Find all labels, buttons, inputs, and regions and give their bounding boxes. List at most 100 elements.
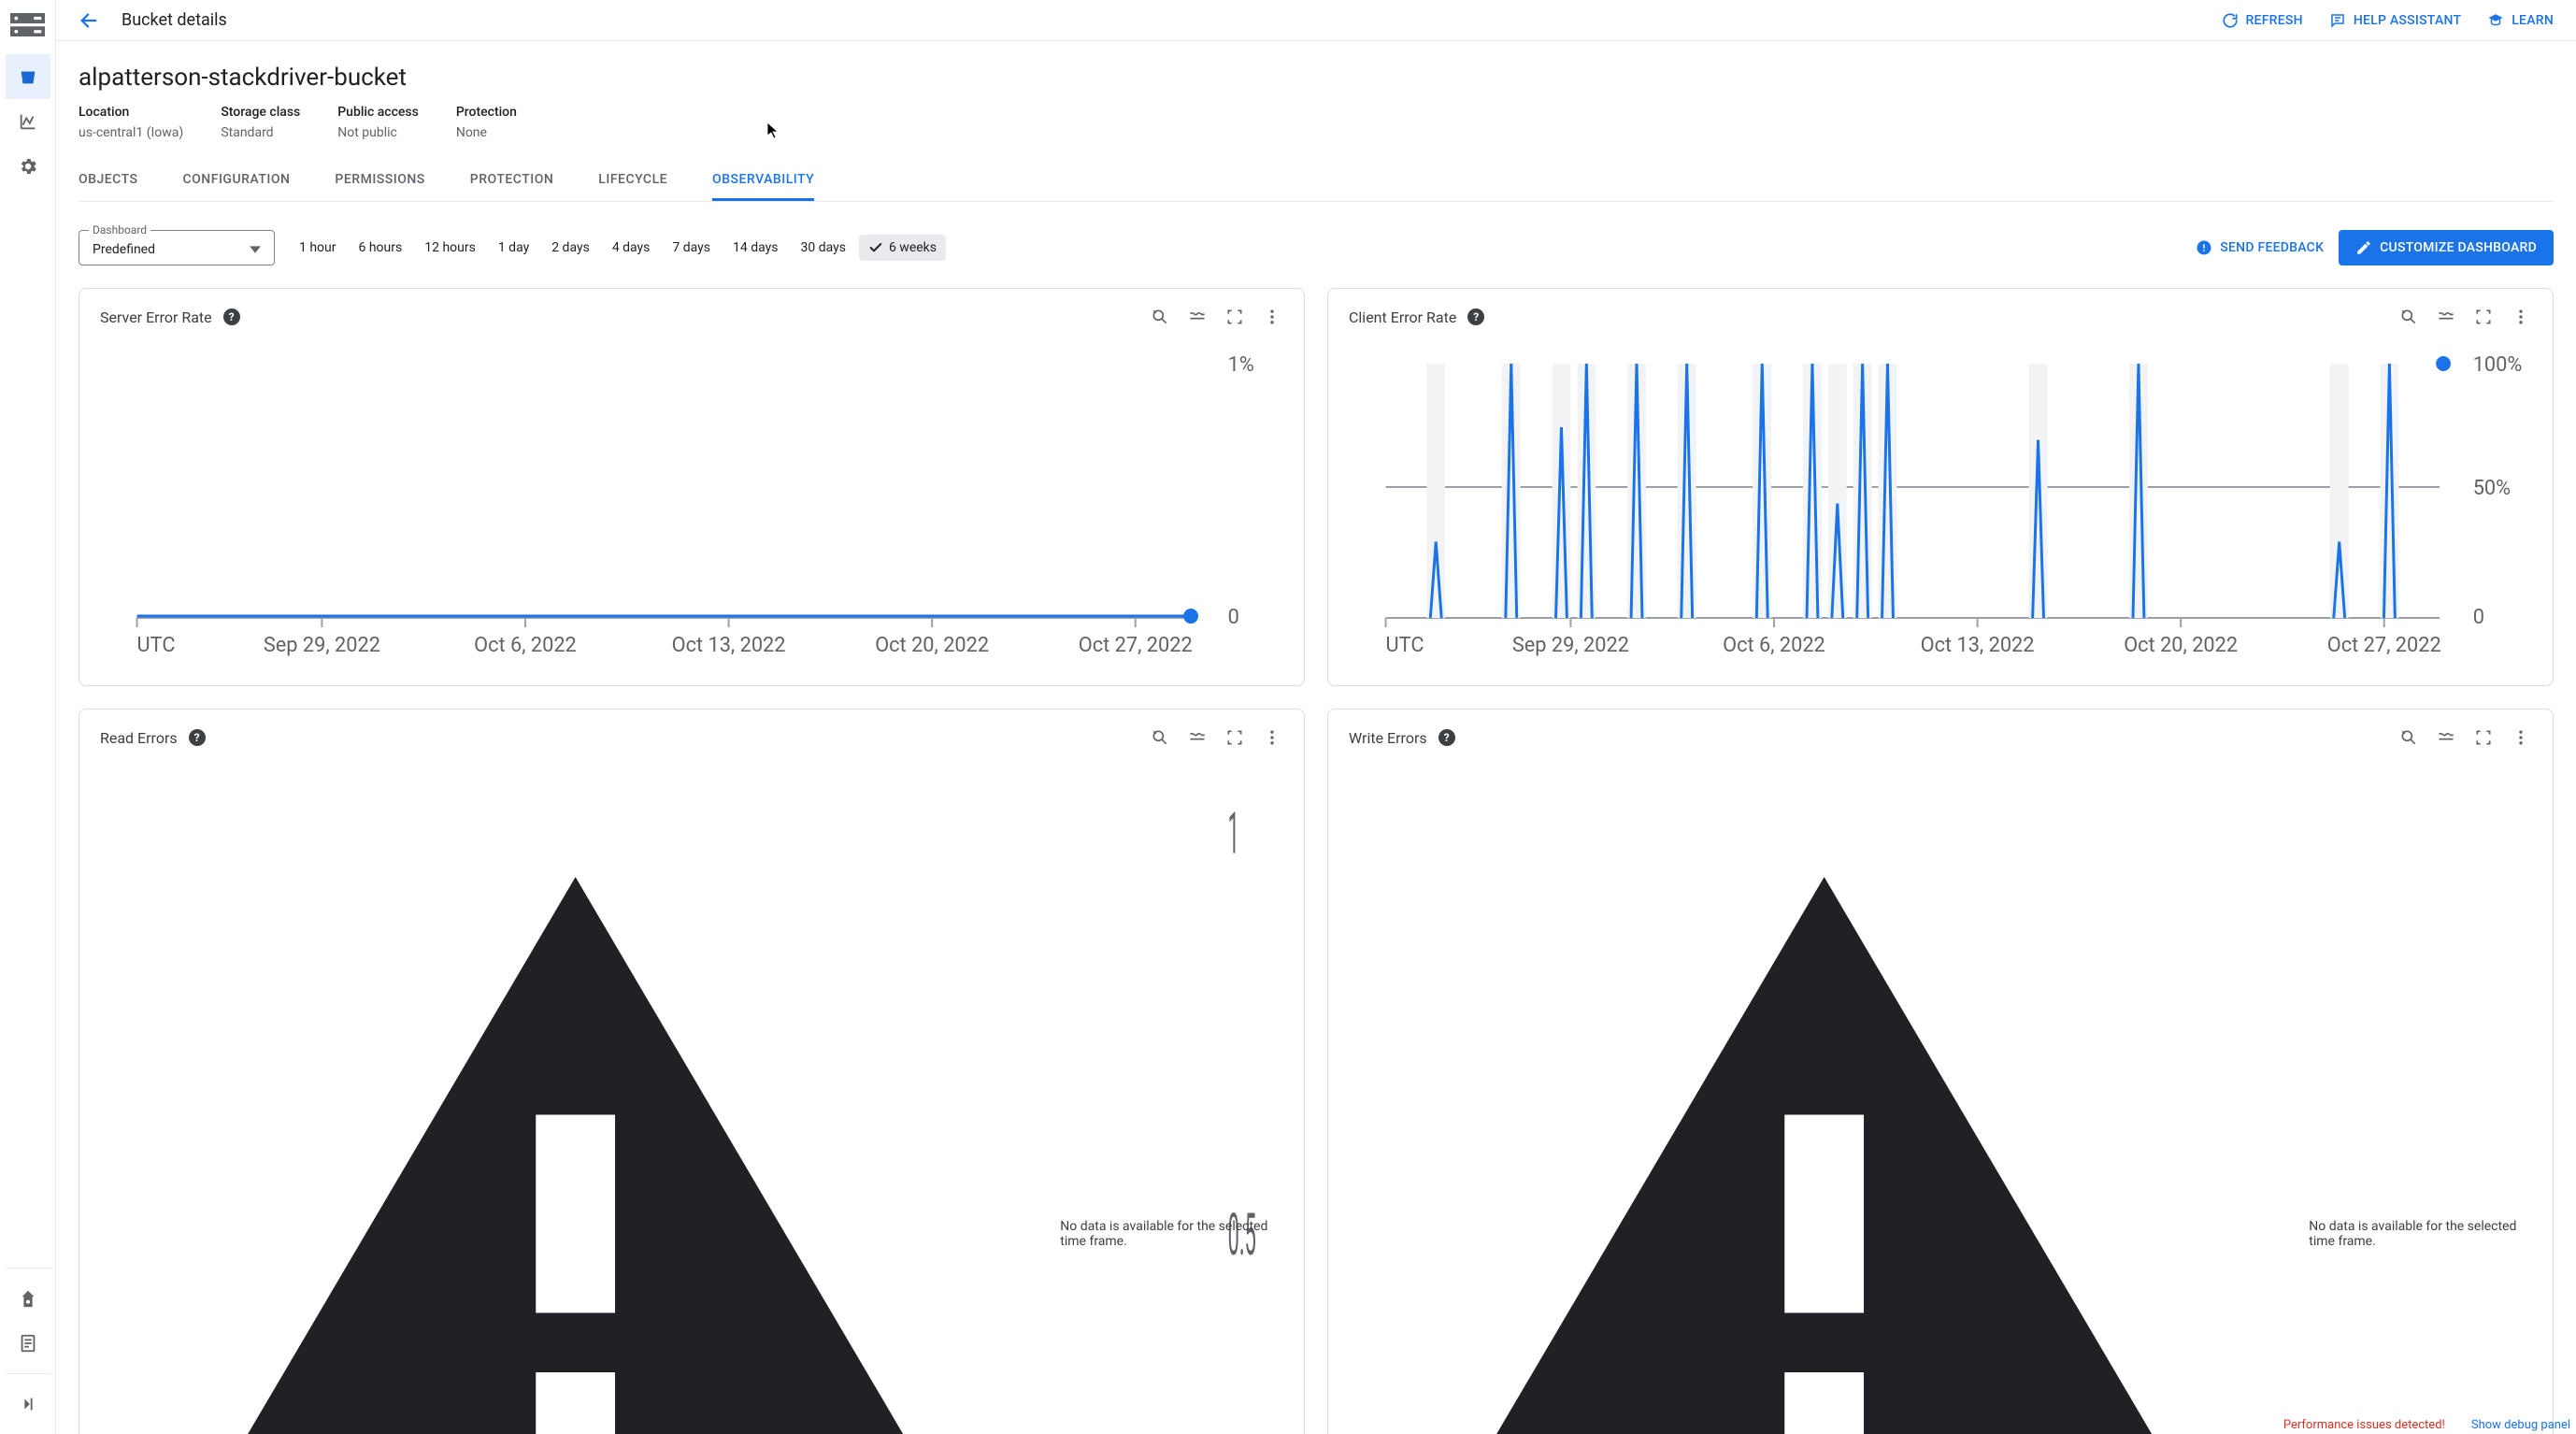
more-options-icon[interactable] <box>1261 306 1283 328</box>
feedback-icon <box>2196 239 2212 256</box>
chart-card-client-error-rate: Client Error Rate ? UTC <box>1327 288 2554 686</box>
svg-text:Oct 6, 2022: Oct 6, 2022 <box>474 634 577 657</box>
tab-objects[interactable]: OBJECTS <box>79 163 138 201</box>
svg-text:50%: 50% <box>2473 477 2511 500</box>
time-chip-4-days[interactable]: 4 days <box>603 235 660 261</box>
prop-label: Public access <box>337 105 419 120</box>
zoom-icon[interactable] <box>1149 726 1171 749</box>
prop-storage-class: Storage class Standard <box>221 105 300 140</box>
fullscreen-icon[interactable] <box>1224 306 1246 328</box>
time-chip-1-day[interactable]: 1 day <box>489 235 538 261</box>
dashboard-select-value: Predefined <box>93 242 155 257</box>
tab-permissions[interactable]: PERMISSIONS <box>335 163 424 201</box>
chart-card-read-errors: Read Errors ? 1 0.5 <box>79 709 1305 1434</box>
zoom-icon[interactable] <box>2397 726 2420 749</box>
nodata-message: No data is available for the selected ti… <box>2309 1219 2532 1249</box>
performance-warning: Performance issues detected! <box>2283 1418 2445 1432</box>
dashboard-select[interactable]: Dashboard Predefined <box>79 230 275 265</box>
time-chip-6-hours[interactable]: 6 hours <box>350 235 412 261</box>
svg-text:Oct 20, 2022: Oct 20, 2022 <box>875 634 989 657</box>
svg-text:Oct 20, 2022: Oct 20, 2022 <box>2124 634 2238 657</box>
more-options-icon[interactable] <box>2510 306 2532 328</box>
help-icon[interactable]: ? <box>1467 308 1484 325</box>
svg-text:Sep 29, 2022: Sep 29, 2022 <box>1512 634 1629 657</box>
time-chip-12-hours[interactable]: 12 hours <box>415 235 485 261</box>
more-options-icon[interactable] <box>2510 726 2532 749</box>
chart-card-write-errors: Write Errors ? No data is available for … <box>1327 709 2554 1434</box>
tab-configuration[interactable]: CONFIGURATION <box>183 163 291 201</box>
warning-icon <box>1349 758 2299 1434</box>
svg-text:Oct 27, 2022: Oct 27, 2022 <box>2327 634 2441 657</box>
sidebar-item-settings[interactable] <box>6 144 50 189</box>
time-chip-30-days[interactable]: 30 days <box>792 235 855 261</box>
check-icon <box>868 240 883 255</box>
prop-label: Protection <box>456 105 517 120</box>
chat-icon <box>2329 12 2346 29</box>
fullscreen-icon[interactable] <box>2472 306 2495 328</box>
chart-card-server-error-rate: Server Error Rate ? <box>79 288 1305 686</box>
refresh-button[interactable]: REFRESH <box>2222 12 2303 29</box>
learn-label: LEARN <box>2512 13 2554 28</box>
customize-dashboard-button[interactable]: CUSTOMIZE DASHBOARD <box>2339 230 2554 265</box>
tab-observability[interactable]: OBSERVABILITY <box>712 163 814 201</box>
svg-text:1%: 1% <box>1228 353 1254 377</box>
bucket-name-heading: alpatterson-stackdriver-bucket <box>79 64 2554 92</box>
client-error-chart: UTC Sep 29, 2022 Oct 6, 2022 Oct 13, 202… <box>1349 337 2532 674</box>
sidebar-expand-toggle[interactable] <box>6 1382 50 1427</box>
help-assistant-button[interactable]: HELP ASSISTANT <box>2329 12 2461 29</box>
time-range-chips: 1 hour6 hours12 hours1 day2 days4 days7 … <box>290 235 946 261</box>
fullscreen-icon[interactable] <box>1224 726 1246 749</box>
chart-title: Read Errors <box>100 729 178 747</box>
legend-toggle-icon[interactable] <box>1186 306 1209 328</box>
send-feedback-label: SEND FEEDBACK <box>2220 240 2324 255</box>
sidebar-item-release-notes[interactable] <box>6 1321 50 1366</box>
sidebar-item-marketplace[interactable] <box>6 1276 50 1321</box>
sidebar-item-monitoring[interactable] <box>6 99 50 144</box>
time-chip-1-hour[interactable]: 1 hour <box>290 235 346 261</box>
time-chip-2-days[interactable]: 2 days <box>542 235 599 261</box>
time-chip-14-days[interactable]: 14 days <box>723 235 787 261</box>
legend-toggle-icon[interactable] <box>2435 306 2457 328</box>
svg-text:UTC: UTC <box>1386 634 1424 657</box>
show-debug-panel-link[interactable]: Show debug panel <box>2471 1418 2570 1432</box>
fullscreen-icon[interactable] <box>2472 726 2495 749</box>
svg-text:Oct 13, 2022: Oct 13, 2022 <box>672 634 786 657</box>
more-options-icon[interactable] <box>1261 726 1283 749</box>
svg-text:Oct 6, 2022: Oct 6, 2022 <box>1723 634 1825 657</box>
tab-lifecycle[interactable]: LIFECYCLE <box>598 163 667 201</box>
help-icon[interactable]: ? <box>223 308 240 325</box>
top-bar: Bucket details REFRESH HELP ASSISTANT LE… <box>56 0 2576 41</box>
send-feedback-button[interactable]: SEND FEEDBACK <box>2196 239 2324 256</box>
warning-icon <box>100 758 1051 1434</box>
prop-label: Location <box>79 105 183 120</box>
zoom-icon[interactable] <box>2397 306 2420 328</box>
legend-toggle-icon[interactable] <box>2435 726 2457 749</box>
sidebar-item-buckets[interactable] <box>6 54 50 99</box>
prop-location: Location us-central1 (Iowa) <box>79 105 183 140</box>
dropdown-arrow-icon <box>250 244 261 255</box>
prop-value: Standard <box>221 125 300 140</box>
help-icon[interactable]: ? <box>1438 729 1455 746</box>
svg-text:0: 0 <box>2473 606 2484 629</box>
cloud-storage-logo-icon[interactable] <box>10 13 46 37</box>
page-title: Bucket details <box>122 10 227 30</box>
time-chip-6-weeks[interactable]: 6 weeks <box>859 235 946 261</box>
legend-toggle-icon[interactable] <box>1186 726 1209 749</box>
tab-protection[interactable]: PROTECTION <box>470 163 554 201</box>
help-assistant-label: HELP ASSISTANT <box>2354 13 2461 28</box>
prop-value: us-central1 (Iowa) <box>79 125 183 140</box>
server-error-chart: UTC Sep 29, 2022 Oct 6, 2022 Oct 13, 202… <box>100 337 1283 674</box>
chart-title: Client Error Rate <box>1349 308 1456 326</box>
prop-public-access: Public access Not public <box>337 105 419 140</box>
dashboard-select-label: Dashboard <box>89 223 150 237</box>
zoom-icon[interactable] <box>1149 306 1171 328</box>
time-chip-7-days[interactable]: 7 days <box>663 235 720 261</box>
help-icon[interactable]: ? <box>189 729 206 746</box>
chart-title: Server Error Rate <box>100 308 212 326</box>
edit-icon <box>2355 239 2372 256</box>
prop-value: Not public <box>337 125 419 140</box>
learn-button[interactable]: LEARN <box>2487 12 2554 29</box>
refresh-label: REFRESH <box>2246 13 2303 28</box>
back-button[interactable] <box>79 10 99 31</box>
svg-text:Sep 29, 2022: Sep 29, 2022 <box>264 634 380 657</box>
